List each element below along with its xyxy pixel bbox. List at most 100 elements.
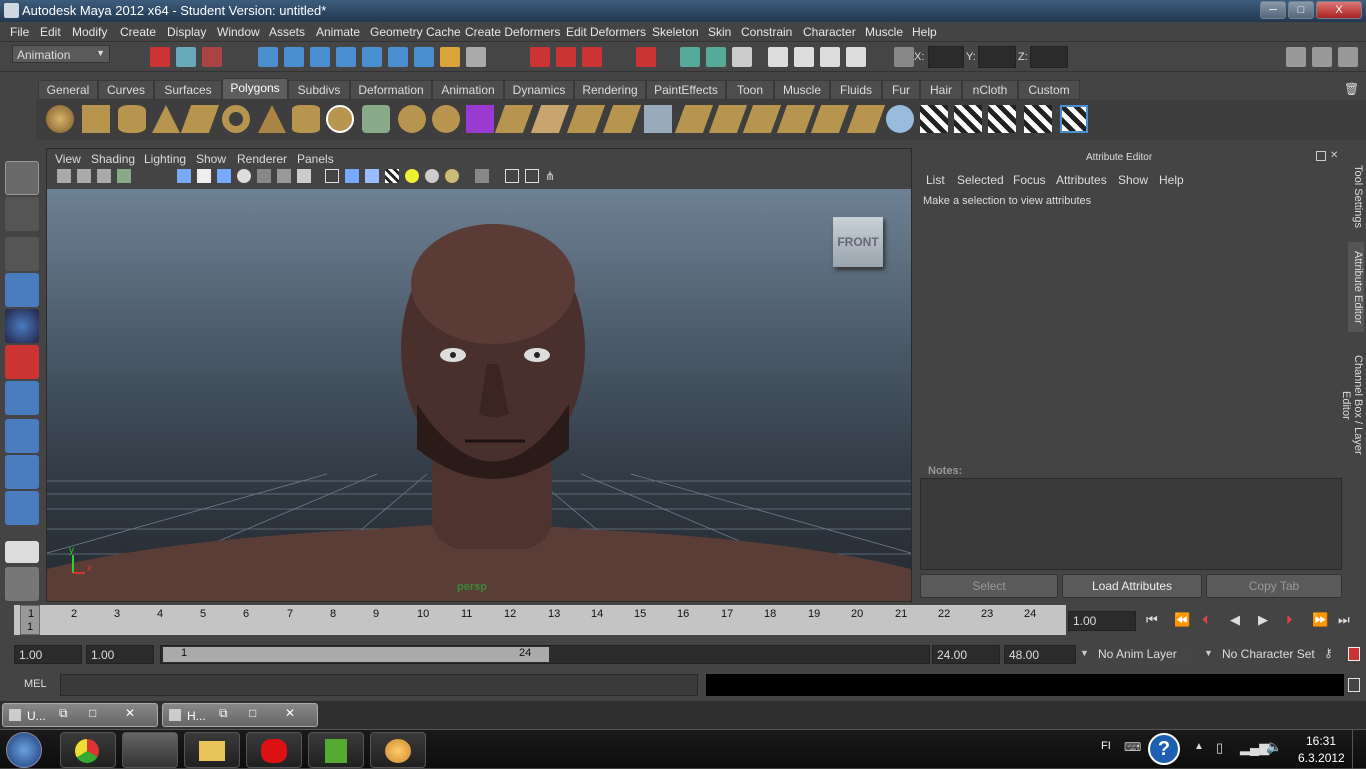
attr-menu-attributes[interactable]: Attributes	[1056, 173, 1107, 187]
tab-animation[interactable]: Animation	[432, 80, 504, 100]
last-tool-icon[interactable]	[5, 491, 39, 525]
go-to-start-icon[interactable]: ⏮	[1146, 612, 1158, 628]
attr-menu-show[interactable]: Show	[1118, 173, 1148, 187]
menu-muscle[interactable]: Muscle	[865, 25, 903, 39]
attr-menu-help[interactable]: Help	[1159, 173, 1184, 187]
tab-polygons[interactable]: Polygons	[222, 78, 288, 100]
menu-assets[interactable]: Assets	[269, 25, 305, 39]
camera-icon[interactable]	[57, 169, 71, 183]
copy-tab-button[interactable]: Copy Tab	[1206, 574, 1342, 598]
step-back-key-icon[interactable]: ⏪	[1174, 612, 1190, 628]
tab-subdivs[interactable]: Subdivs	[288, 80, 350, 100]
clock-date[interactable]: 6.3.2012	[1298, 751, 1345, 765]
tab-curves[interactable]: Curves	[98, 80, 154, 100]
menu-edit-deformers[interactable]: Edit Deformers	[566, 25, 646, 39]
menu-constrain[interactable]: Constrain	[741, 25, 792, 39]
lights-icon[interactable]	[237, 169, 251, 183]
snap-plane-icon[interactable]	[336, 47, 356, 67]
z-field[interactable]	[1030, 46, 1068, 68]
uv-planar-icon[interactable]	[920, 105, 948, 133]
uv-cylindrical-icon[interactable]	[954, 105, 982, 133]
render-frame-icon[interactable]	[706, 47, 726, 67]
snap-curve-icon[interactable]	[284, 47, 304, 67]
all-lights-icon[interactable]	[425, 169, 439, 183]
menu-help[interactable]: Help	[912, 25, 937, 39]
viewport-menu-show[interactable]: Show	[196, 152, 226, 166]
poly-sphere-icon[interactable]	[46, 105, 74, 133]
poly-pyramid-icon[interactable]	[258, 105, 286, 133]
range-slider-bar[interactable]: 1 24	[163, 647, 549, 662]
extrude-icon[interactable]	[494, 105, 534, 133]
script-editor-icon[interactable]	[1348, 678, 1360, 692]
offset-loop-icon[interactable]	[708, 105, 748, 133]
restore-icon[interactable]: ⧉	[219, 706, 228, 721]
textured-icon[interactable]	[217, 169, 231, 183]
booleans-icon[interactable]	[466, 105, 494, 133]
camera-attr-icon[interactable]	[77, 169, 91, 183]
menu-file[interactable]: File	[10, 25, 29, 39]
mel-label[interactable]: MEL	[24, 678, 47, 690]
menu-modify[interactable]: Modify	[72, 25, 107, 39]
attr-menu-focus[interactable]: Focus	[1013, 173, 1046, 187]
menu-skeleton[interactable]: Skeleton	[652, 25, 699, 39]
tab-channel-box[interactable]: Channel Box / Layer Editor	[1340, 340, 1364, 470]
animation-prefs-icon[interactable]	[1348, 647, 1360, 661]
sculpt-icon[interactable]	[886, 105, 914, 133]
fill-hole-icon[interactable]	[810, 105, 850, 133]
combine-icon[interactable]	[362, 105, 390, 133]
move-tool-icon[interactable]	[5, 273, 39, 307]
explorer-task-icon[interactable]	[184, 732, 240, 768]
play-backwards-icon[interactable]: ◀	[1230, 612, 1240, 628]
tab-rendering[interactable]: Rendering	[574, 80, 646, 100]
menu-create[interactable]: Create	[120, 25, 156, 39]
hypershade-icon[interactable]	[794, 47, 814, 67]
scale-tool-icon[interactable]	[5, 345, 39, 379]
clock-time[interactable]: 16:31	[1306, 734, 1336, 748]
playback-end-field[interactable]: 24.00	[932, 645, 1000, 664]
tab-tool-settings[interactable]: Tool Settings	[1348, 156, 1364, 236]
tab-dynamics[interactable]: Dynamics	[504, 80, 574, 100]
tab-hair[interactable]: Hair	[920, 80, 962, 100]
split-icon[interactable]	[602, 105, 642, 133]
tab-ncloth[interactable]: nCloth	[962, 80, 1018, 100]
menu-geometry-cache[interactable]: Geometry Cache	[370, 25, 461, 39]
construction-history-icon[interactable]	[582, 47, 602, 67]
power-icon[interactable]: ▯	[1216, 740, 1223, 756]
attr-menu-list[interactable]: List	[926, 173, 945, 187]
character-set-chevron-icon[interactable]: ▼	[1204, 648, 1213, 658]
poly-cone-icon[interactable]	[152, 105, 180, 133]
menu-animate[interactable]: Animate	[316, 25, 360, 39]
soft-mod-icon[interactable]	[5, 419, 39, 453]
3d-viewport[interactable]: FRONT persp y x	[47, 189, 911, 601]
tab-attribute-editor[interactable]: Attribute Editor	[1348, 242, 1364, 332]
input-ops-icon[interactable]	[530, 47, 550, 67]
volume-icon[interactable]: 🔈	[1266, 739, 1282, 755]
sparkle-icon[interactable]	[846, 47, 866, 67]
anim-layer-chevron-icon[interactable]: ▼	[1080, 648, 1089, 658]
cube-textured-icon[interactable]	[365, 169, 379, 183]
minimize-button[interactable]: ─	[1260, 1, 1286, 19]
keyboard-icon[interactable]: ⌨	[1124, 740, 1141, 754]
poly-soccer-icon[interactable]	[326, 105, 354, 133]
show-manipulator-icon[interactable]	[5, 455, 39, 489]
language-indicator[interactable]: FI	[1101, 740, 1111, 752]
snap-surface-icon[interactable]	[362, 47, 382, 67]
smooth-shade-icon[interactable]	[197, 169, 211, 183]
shadow-icon[interactable]	[257, 169, 271, 183]
minimized-window-1[interactable]: U... ⧉ □ ✕	[2, 703, 158, 727]
lasso-tool-icon[interactable]	[5, 197, 39, 231]
wedge-icon[interactable]	[644, 105, 672, 133]
select-hierarchy-icon[interactable]	[150, 47, 170, 67]
x-field[interactable]	[928, 46, 964, 68]
manipulator-icon[interactable]	[5, 381, 39, 415]
step-back-frame-icon[interactable]: ⏴	[1202, 612, 1209, 628]
viewport-menu-view[interactable]: View	[55, 152, 81, 166]
cube-shaded-icon[interactable]	[345, 169, 359, 183]
menu-window[interactable]: Window	[217, 25, 260, 39]
show-hidden-icons-icon[interactable]: ▲	[1194, 741, 1204, 752]
menu-edit[interactable]: Edit	[40, 25, 61, 39]
key-icon[interactable]: ⚷	[1324, 646, 1333, 660]
viewport-menu-shading[interactable]: Shading	[91, 152, 135, 166]
grid-icon[interactable]	[525, 169, 539, 183]
maya-task-icon[interactable]	[122, 732, 178, 768]
